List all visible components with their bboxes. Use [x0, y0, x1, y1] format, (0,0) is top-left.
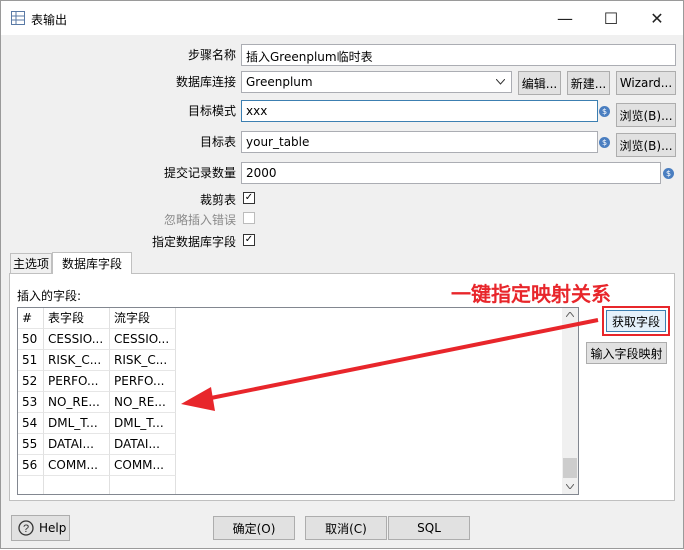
stream-field-cell[interactable]: RISK_C... [110, 350, 176, 371]
stream-field-cell[interactable]: CESSIO... [110, 329, 176, 350]
help-icon: ? [18, 520, 34, 536]
edit-connection-button[interactable]: 编辑... [518, 71, 561, 95]
table-row[interactable]: 54 DML_T... DML_T... [18, 413, 563, 434]
table-field-cell[interactable]: DML_T... [44, 413, 110, 434]
variable-icon: $ [599, 137, 610, 148]
table-row[interactable]: 53 NO_RE... NO_RE... [18, 392, 563, 413]
row-index: 53 [18, 392, 44, 413]
minimize-icon: — [557, 8, 573, 28]
stream-field-cell[interactable]: NO_RE... [110, 392, 176, 413]
chevron-down-icon [496, 79, 505, 85]
table-field-cell[interactable]: COMM... [44, 455, 110, 476]
empty-cell [18, 476, 44, 494]
insert-fields-label: 插入的字段: [17, 289, 82, 303]
help-label: Help [39, 521, 67, 535]
vertical-scrollbar[interactable] [562, 308, 578, 494]
maximize-icon: ☐ [603, 8, 619, 28]
target-table-label: 目标表 [199, 135, 236, 149]
sql-button[interactable]: SQL [388, 516, 470, 540]
new-connection-button[interactable]: 新建... [567, 71, 610, 95]
db-connection-label: 数据库连接 [175, 75, 236, 89]
row-index: 52 [18, 371, 44, 392]
db-connection-value: Greenplum [246, 75, 313, 89]
empty-cell [110, 476, 176, 494]
table-field-cell[interactable]: CESSIO... [44, 329, 110, 350]
truncate-label: 裁剪表 [199, 193, 236, 207]
row-index: 55 [18, 434, 44, 455]
table-row[interactable]: 56 COMM... COMM... [18, 455, 563, 476]
specify-fields-checkbox[interactable]: ✓ [243, 234, 255, 246]
ignore-errors-label: 忽略插入错误 [163, 213, 236, 227]
annotation-text: 一键指定映射关系 [451, 282, 611, 306]
empty-cell [44, 476, 110, 494]
svg-text:?: ? [23, 523, 29, 535]
scroll-down-icon[interactable] [566, 484, 574, 489]
table-row[interactable]: 55 DATAI... DATAI... [18, 434, 563, 455]
cancel-button[interactable]: 取消(C) [305, 516, 387, 540]
column-header-table-field[interactable]: 表字段 [44, 308, 110, 329]
help-button[interactable]: ? Help [11, 515, 70, 541]
row-index: 54 [18, 413, 44, 434]
table-field-cell[interactable]: NO_RE... [44, 392, 110, 413]
scroll-up-icon[interactable] [566, 312, 574, 317]
title-bar: 表输出 — ☐ ✕ [1, 1, 683, 35]
specify-fields-label: 指定数据库字段 [151, 235, 236, 249]
db-connection-select[interactable]: Greenplum [241, 71, 512, 93]
step-name-label: 步骤名称 [187, 48, 236, 62]
commit-size-label: 提交记录数量 [163, 166, 236, 180]
truncate-checkbox[interactable]: ✓ [243, 192, 255, 204]
table-field-cell[interactable]: PERFO... [44, 371, 110, 392]
wizard-button[interactable]: Wizard... [616, 71, 676, 95]
close-icon: ✕ [650, 8, 664, 28]
table-row [18, 476, 563, 494]
scrollbar-thumb[interactable] [563, 458, 577, 478]
table-grid-icon [11, 11, 25, 25]
browse-table-button[interactable]: 浏览(B)... [616, 133, 676, 157]
table-row[interactable]: 50 CESSIO... CESSIO... [18, 329, 563, 350]
target-table-input[interactable]: your_table [241, 131, 598, 153]
column-header-index[interactable]: # [18, 308, 44, 329]
tab-main-options[interactable]: 主选项 [10, 253, 52, 273]
stream-field-cell[interactable]: COMM... [110, 455, 176, 476]
variable-icon: $ [663, 168, 674, 179]
window-title: 表输出 [31, 13, 68, 27]
browse-schema-button[interactable]: 浏览(B)... [616, 103, 676, 127]
column-header-stream-field[interactable]: 流字段 [110, 308, 176, 329]
row-index: 51 [18, 350, 44, 371]
close-button[interactable]: ✕ [634, 1, 680, 35]
ignore-errors-checkbox[interactable] [243, 212, 255, 224]
table-field-cell[interactable]: RISK_C... [44, 350, 110, 371]
maximize-button[interactable]: ☐ [588, 1, 634, 35]
variable-icon: $ [599, 106, 610, 117]
table-row[interactable]: 52 PERFO... PERFO... [18, 371, 563, 392]
row-index: 50 [18, 329, 44, 350]
step-name-input[interactable]: 插入Greenplum临时表 [241, 44, 676, 66]
stream-field-cell[interactable]: DML_T... [110, 413, 176, 434]
get-fields-button[interactable]: 获取字段 [606, 310, 666, 332]
table-field-cell[interactable]: DATAI... [44, 434, 110, 455]
dialog-window: 表输出 — ☐ ✕ 步骤名称 插入Greenplum临时表 数据库连接 Gree… [0, 0, 684, 549]
table-header: # 表字段 流字段 [18, 308, 563, 329]
tab-database-fields[interactable]: 数据库字段 [52, 252, 132, 274]
target-schema-input[interactable]: xxx [241, 100, 598, 122]
row-index: 56 [18, 455, 44, 476]
table-row[interactable]: 51 RISK_C... RISK_C... [18, 350, 563, 371]
ok-button[interactable]: 确定(O) [213, 516, 295, 540]
stream-field-cell[interactable]: PERFO... [110, 371, 176, 392]
commit-size-input[interactable]: 2000 [241, 162, 661, 184]
target-schema-label: 目标模式 [187, 104, 236, 118]
stream-field-cell[interactable]: DATAI... [110, 434, 176, 455]
minimize-button[interactable]: — [542, 1, 588, 35]
input-field-mapping-button[interactable]: 输入字段映射 [586, 342, 667, 364]
fields-table: # 表字段 流字段 50 CESSIO... CESSIO... 51 RISK… [17, 307, 579, 495]
